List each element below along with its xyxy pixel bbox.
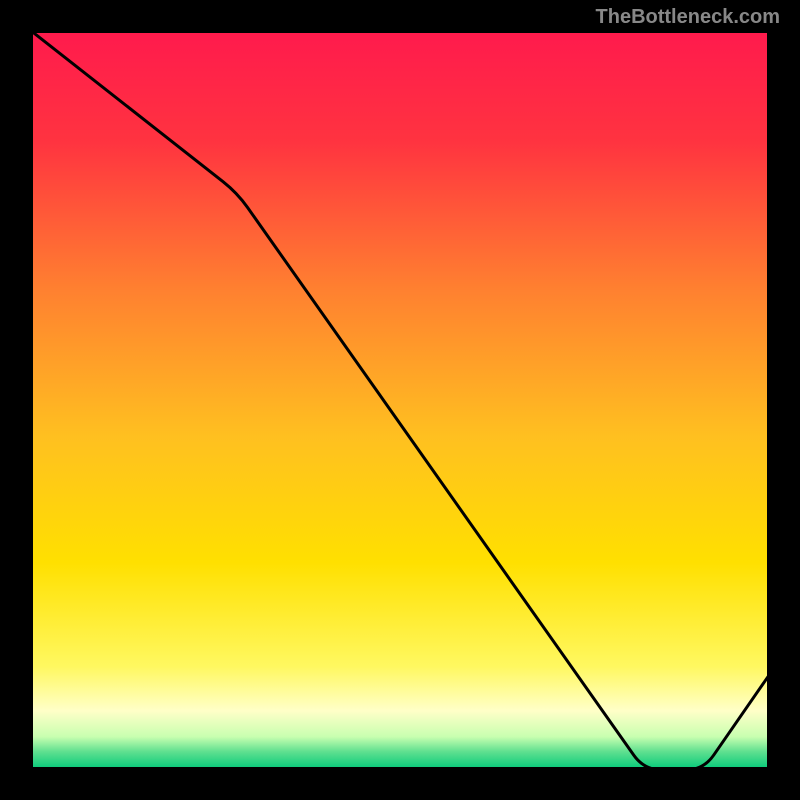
chart-svg <box>30 30 770 770</box>
bottleneck-chart <box>30 30 770 770</box>
watermark-text: TheBottleneck.com <box>596 6 780 29</box>
chart-background <box>30 30 770 770</box>
